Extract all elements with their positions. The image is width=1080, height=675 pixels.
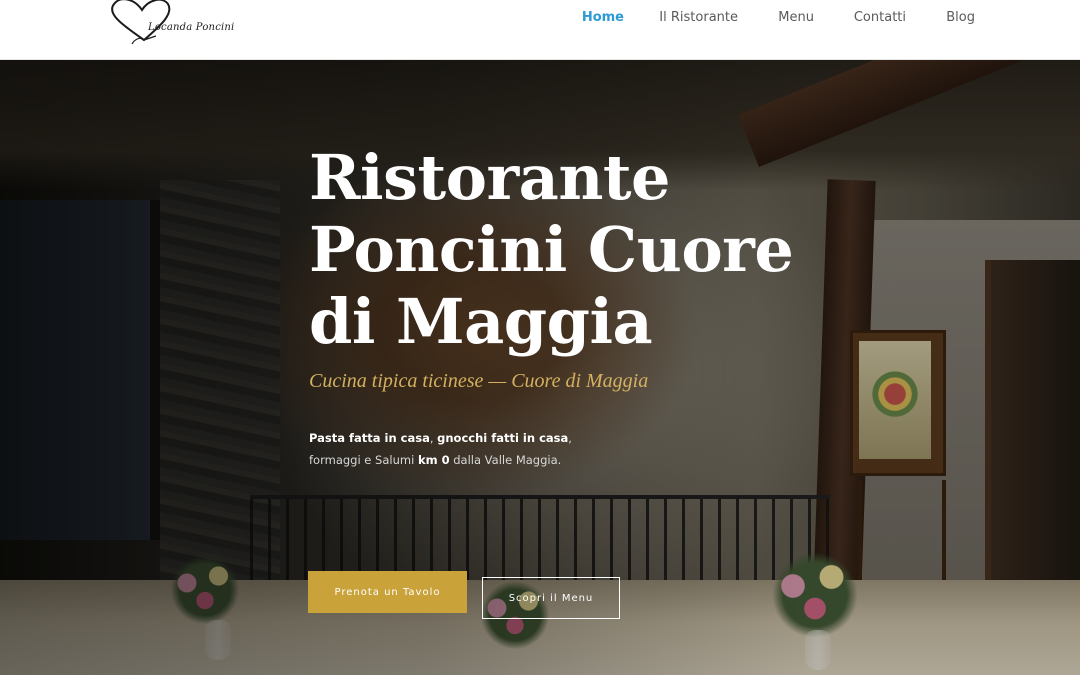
site-header: Locanda Poncini Home Il Ristorante Menu …	[0, 0, 1080, 60]
desc-highlight: Pasta fatta in casa	[309, 431, 430, 445]
hero-title: Ristorante Poncini Cuore di Maggia	[309, 142, 829, 358]
hero-title-line: Ristorante	[309, 141, 670, 214]
site-logo[interactable]: Locanda Poncini	[104, 0, 234, 48]
nav-home[interactable]: Home	[582, 10, 624, 25]
nav-il-ristorante[interactable]: Il Ristorante	[659, 10, 738, 25]
desc-text: dalla Valle Maggia.	[449, 453, 562, 467]
desc-highlight: gnocchi fatti in casa	[437, 431, 569, 445]
hero-section: Ristorante Poncini Cuore di Maggia Cucin…	[0, 60, 1080, 675]
nav-contatti[interactable]: Contatti	[854, 10, 906, 25]
discover-menu-button[interactable]: Scopri il Menu	[482, 577, 620, 619]
nav-blog[interactable]: Blog	[946, 10, 975, 25]
hero-title-line: Poncini Cuore	[309, 213, 794, 286]
hero-content: Ristorante Poncini Cuore di Maggia Cucin…	[309, 142, 829, 471]
hero-title-line: di Maggia	[309, 285, 653, 358]
desc-text: ,	[568, 431, 572, 445]
desc-highlight: km 0	[417, 453, 450, 467]
hero-description: Pasta fatta in casa, gnocchi fatti in ca…	[309, 427, 829, 471]
book-table-button[interactable]: Prenota un Tavolo	[308, 571, 467, 613]
desc-text: formaggi e Salumi	[309, 453, 418, 467]
hero-subtitle: Cucina tipica ticinese — Cuore di Maggia	[309, 370, 649, 392]
nav-menu[interactable]: Menu	[778, 10, 814, 25]
logo-text: Locanda Poncini	[148, 22, 235, 33]
